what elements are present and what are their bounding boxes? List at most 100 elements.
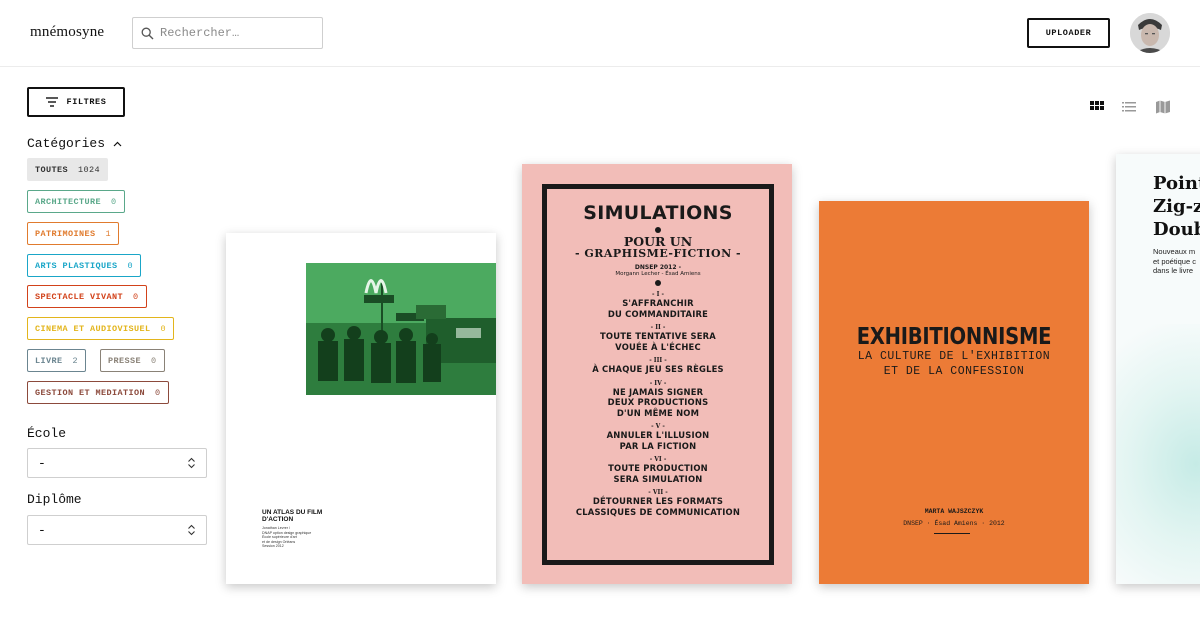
cover-meta-line: Morgann Lecher - Ésad Amiens [615,271,701,277]
manifesto-line: DÉTOURNER LES FORMATS [592,496,724,506]
cover-credit-line: Session 2012 [262,544,284,549]
category-chip-presse[interactable]: PRESSE 0 [100,349,165,372]
manifesto-line: ANNULER L'ILLUSION [606,430,710,440]
cover-text: UN ATLAS DU FILM D'ACTION Jonathan Levre… [262,509,342,549]
manifesto-number: - III - [649,357,667,364]
search-input[interactable] [160,26,310,40]
cover-title: Point Zig-z Doub [1153,172,1200,241]
manifesto-line: À CHAQUE JEU SES RÈGLES [592,364,724,374]
category-chip-count: 0 [155,387,161,398]
cover-title: UN ATLAS DU FILM D'ACTION [262,509,323,523]
search-box[interactable] [132,17,323,49]
search-icon [141,27,154,39]
diploma-label: Diplôme [27,492,82,507]
category-chip-gestion-mediation[interactable]: GESTION ET MEDIATION 0 [27,381,169,404]
manifesto-number: - II - [650,324,666,331]
grid-view-icon[interactable] [1089,99,1105,115]
logo[interactable]: mnémosyne [30,24,104,41]
category-chip-toutes[interactable]: TOUTES 1024 [27,158,109,181]
manifesto-line: S'AFFRANCHIR [622,298,694,308]
school-select-value: - [38,455,46,471]
category-chip-arts-plastiques[interactable]: ARTS PLASTIQUES 0 [27,254,142,277]
manifesto-number: - IV - [649,379,667,387]
category-chip-label: ARCHITECTURE [35,196,102,207]
filters-button[interactable]: FILTRES [27,87,125,117]
cover-author: MARTA WAJSZCZYK [924,508,984,515]
diploma-select[interactable]: - [27,515,207,545]
category-chip-cinema-audiovisuel[interactable]: CINEMA ET AUDIOVISUEL 0 [27,317,175,340]
category-chip-architecture[interactable]: ARCHITECTURE 0 [27,190,125,213]
cover-subtitle: LA CULTURE DE L'EXHIBITION ET DE LA CONF… [819,349,1089,379]
manifesto-line: TOUTE PRODUCTION [608,463,708,473]
bullet-dot [655,227,661,233]
category-chip-livre[interactable]: LIVRE 2 [27,349,87,372]
cover-description-line: Nouveaux m [1153,247,1196,256]
document-card[interactable]: Point Zig-z Doub Nouveaux m et poétique … [1116,154,1200,584]
upload-button[interactable]: UPLOADER [1027,18,1110,48]
category-chip-count: 0 [127,260,134,271]
filters-label: FILTRES [66,97,107,107]
manifesto-line: DU COMMANDITAIRE [607,308,709,319]
category-chip-count: 0 [133,291,139,302]
cover-meta: DNSEP 2012 - Morgann Lecher - Ésad Amien… [547,264,769,278]
chevron-updown-icon [188,524,195,536]
manifesto-line: TOUTE TENTATIVE SERA [600,331,716,341]
manifesto-line: DEUX PRODUCTIONS [607,397,709,407]
category-chip-count: 1024 [78,164,101,175]
manifesto-number: - VII - [648,489,668,496]
manifesto-line: PAR LA FICTION [619,440,697,451]
document-card[interactable]: EXHIBITIONNISME LA CULTURE DE L'EXHIBITI… [819,201,1089,584]
cover-gradient [1116,324,1200,584]
bullet-dot [655,280,661,286]
document-card[interactable]: SIMULATIONS POUR UN - GRAPHISME-FICTION … [522,164,792,584]
cover-subtitle-line: LA CULTURE DE L'EXHIBITION [857,350,1051,363]
cover-title-line: Point [1153,173,1200,194]
cover-school: DNSEP · Ésad Amiens · 2012 [903,520,1005,527]
cover-title: EXHIBITIONNISME [856,324,1052,350]
chevron-updown-icon [188,457,195,469]
divider [934,533,970,534]
category-chip-count: 0 [160,323,167,334]
document-card[interactable]: UN ATLAS DU FILM D'ACTION Jonathan Levre… [226,233,496,584]
cover-description-line: dans le livre [1153,266,1194,275]
manifesto-number: - I - [652,291,664,298]
cover-title-line: Doub [1153,219,1200,240]
cover-subtitle-line: ET DE LA CONFESSION [883,365,1025,378]
category-chip-count: 2 [72,355,79,366]
category-chip-spectacle-vivant[interactable]: SPECTACLE VIVANT 0 [27,285,147,308]
cover-description: Nouveaux m et poétique c dans le livre [1153,247,1196,276]
diploma-select-value: - [38,522,46,538]
manifesto-line: VOUÉE À L'ÉCHEC [615,341,701,352]
category-chip-label: TOUTES [35,164,69,175]
category-chip-count: 0 [151,355,157,366]
cover-description-line: et poétique c [1153,256,1196,266]
category-chip-label: SPECTACLE VIVANT [35,291,124,302]
cover-frame: SIMULATIONS POUR UN - GRAPHISME-FICTION … [542,184,774,565]
avatar[interactable] [1130,13,1170,53]
categories-toggle[interactable]: Catégories [27,136,122,151]
manifesto-line: CLASSIQUES DE COMMUNICATION [575,506,741,517]
cover-title: SIMULATIONS [583,202,733,224]
categories-label: Catégories [27,136,106,151]
category-chip-label: PATRIMOINES [35,228,96,239]
category-chip-patrimoines[interactable]: PATRIMOINES 1 [27,222,120,245]
manifesto-number: - V - [651,423,665,430]
map-view-icon[interactable] [1155,99,1171,115]
filter-icon [45,97,58,107]
manifesto-line: NE JAMAIS SIGNER [612,386,704,397]
cover-title-line: Zig-z [1153,196,1200,217]
category-chip-label: ARTS PLASTIQUES [35,260,118,271]
school-select[interactable]: - [27,448,207,478]
category-chip-label: LIVRE [35,355,63,366]
cover-meta-line: DNSEP 2012 - [634,264,682,271]
school-label: École [27,426,67,441]
chevron-up-icon [113,141,122,146]
category-chip-label: CINEMA ET AUDIOVISUEL [35,323,151,334]
manifesto-number: - VI - [649,456,667,463]
list-view-icon[interactable] [1121,99,1137,115]
manifesto-list: - I - S'AFFRANCHIR DU COMMANDITAIRE - II… [547,291,769,517]
top-bar: mnémosyne UPLOADER [0,0,1200,67]
manifesto-line: D'UN MÊME NOM [616,407,700,418]
category-chip-count: 1 [105,228,112,239]
cover-credits: Jonathan Levrer / DNAP option design gra… [262,526,342,549]
